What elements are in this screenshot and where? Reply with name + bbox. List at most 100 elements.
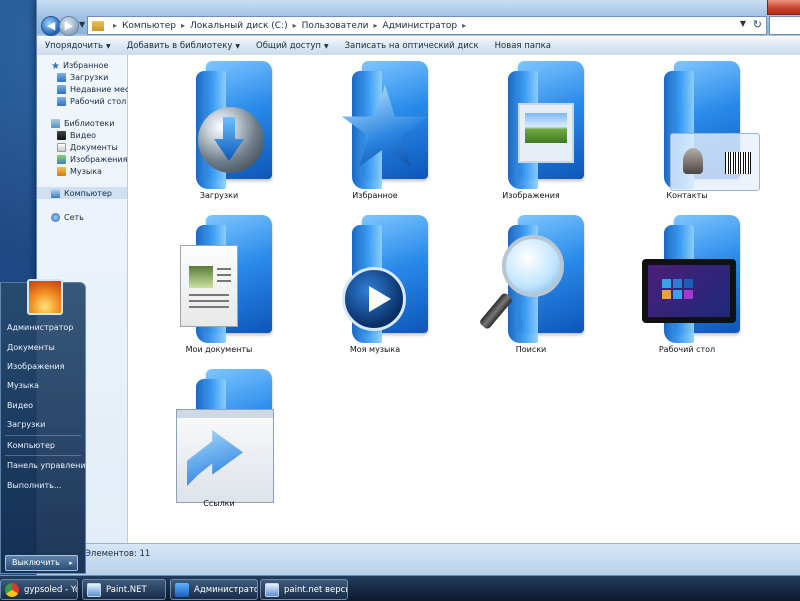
folder-links[interactable]: Ссылки <box>144 363 294 513</box>
organize-label: Упорядочить <box>45 41 104 51</box>
breadcrumb-users[interactable]: Пользователи <box>302 21 369 31</box>
nav-desktop[interactable]: Рабочий стол <box>57 95 126 107</box>
back-button[interactable]: ◀ <box>41 16 61 36</box>
folder-images[interactable]: Изображения <box>456 55 606 205</box>
taskbar-label: paint.net версия <box>284 584 347 595</box>
start-item-control-panel[interactable]: Панель управления <box>7 461 90 470</box>
close-button[interactable] <box>767 0 800 15</box>
folder-desktop[interactable]: Рабочий стол <box>612 209 762 359</box>
chevron-down-icon: ▼ <box>106 43 111 50</box>
folder-favorites[interactable]: Избранное <box>300 55 450 205</box>
start-item-video[interactable]: Видео <box>7 401 33 410</box>
status-bar: Элементов: 11 <box>37 543 800 576</box>
taskbar-label: Paint.NET <box>106 584 147 595</box>
start-item-music[interactable]: Музыка <box>7 381 39 390</box>
taskbar: gypsoled - YouTu Paint.NET Администратор… <box>0 575 800 601</box>
nav-documents[interactable]: Документы <box>57 141 118 153</box>
chevron-down-icon: ▼ <box>235 43 240 50</box>
add-to-library-button[interactable]: Добавить в библиотеку ▼ <box>119 41 248 51</box>
start-item-images[interactable]: Изображения <box>7 362 64 371</box>
search-input[interactable] <box>769 16 800 35</box>
nav-downloads[interactable]: Загрузки <box>57 71 108 83</box>
taskbar-label: Администратор <box>194 584 258 595</box>
video-icon <box>57 130 66 140</box>
start-divider <box>5 455 81 456</box>
share-button[interactable]: Общий доступ ▼ <box>248 41 337 51</box>
nav-recent[interactable]: Недавние места <box>57 83 139 95</box>
images-icon <box>57 154 66 164</box>
folder-icon <box>92 20 104 31</box>
taskbar-label: gypsoled - YouTu <box>24 584 77 595</box>
address-bar[interactable]: ▸ Компьютер ▸ Локальный диск (C:) ▸ Поль… <box>87 16 767 35</box>
start-item-computer[interactable]: Компьютер <box>7 441 55 450</box>
chevron-right-icon[interactable]: ▸ <box>181 21 185 30</box>
burn-button[interactable]: Записать на оптический диск <box>337 41 487 51</box>
forward-button[interactable]: ▶ <box>59 16 79 36</box>
documents-icon <box>57 142 66 152</box>
command-bar: Упорядочить ▼ Добавить в библиотеку ▼ Общи… <box>37 36 800 56</box>
folder-searches[interactable]: Поиски <box>456 209 606 359</box>
start-item-administrator[interactable]: Администратор <box>7 323 73 332</box>
taskbar-item-paintnet-version[interactable]: paint.net версия <box>260 579 348 600</box>
folder-contacts[interactable]: Контакты <box>612 55 762 205</box>
folder-label: Изображения <box>502 191 560 200</box>
chevron-right-icon[interactable]: ▸ <box>462 21 466 30</box>
explorer-icon <box>175 582 189 597</box>
document-icon <box>180 245 238 327</box>
explorer-window: ◀ ▶ ▼ ▸ Компьютер ▸ Локальный диск (C:) … <box>36 0 800 576</box>
folder-partial[interactable] <box>768 55 800 205</box>
nav-video-label: Видео <box>70 130 97 140</box>
start-item-run[interactable]: Выполнить... <box>7 481 61 490</box>
nav-images[interactable]: Изображения <box>57 153 127 165</box>
shutdown-options-button[interactable]: ▸ <box>65 555 78 571</box>
breadcrumb-computer[interactable]: Компьютер <box>122 21 176 31</box>
nav-computer[interactable]: Компьютер <box>37 187 127 199</box>
add-to-library-label: Добавить в библиотеку <box>126 41 233 51</box>
breadcrumb-local-disk[interactable]: Локальный диск (C:) <box>190 21 288 31</box>
nav-libraries[interactable]: Библиотеки <box>51 117 114 129</box>
network-icon <box>51 212 60 222</box>
nav-music[interactable]: Музыка <box>57 165 102 177</box>
folder-label: Загрузки <box>199 191 239 200</box>
title-bar: ◀ ▶ ▼ ▸ Компьютер ▸ Локальный диск (C:) … <box>37 0 800 36</box>
nav-downloads-label: Загрузки <box>70 72 109 82</box>
folder-downloads[interactable]: Загрузки <box>144 55 294 205</box>
history-dropdown-icon[interactable]: ▼ <box>79 20 85 29</box>
music-icon <box>57 166 66 176</box>
item-count: Элементов: 11 <box>85 549 151 559</box>
breadcrumb-administrator[interactable]: Администратор <box>382 21 457 31</box>
paint-icon <box>265 582 279 597</box>
start-item-downloads[interactable]: Загрузки <box>7 420 45 429</box>
folder-my-music[interactable]: Моя музыка <box>300 209 450 359</box>
start-item-documents[interactable]: Документы <box>7 343 55 352</box>
computer-icon <box>51 188 60 198</box>
folder-label: Моя музыка <box>349 345 401 354</box>
taskbar-item-explorer[interactable]: Администратор <box>170 579 258 600</box>
nav-documents-label: Документы <box>70 142 118 152</box>
nav-computer-label: Компьютер <box>64 188 112 198</box>
refresh-icon[interactable]: ↻ <box>753 18 762 31</box>
folder-label: Избранное <box>352 191 398 200</box>
taskbar-item-chrome[interactable]: gypsoled - YouTu <box>0 579 78 600</box>
star-icon: ★ <box>51 60 60 72</box>
nav-network[interactable]: Сеть <box>51 211 84 223</box>
nav-libraries-label: Библиотеки <box>64 118 115 128</box>
folder-my-documents[interactable]: Мои документы <box>144 209 294 359</box>
folder-partial[interactable] <box>768 209 800 359</box>
forward-arrow-icon: ▶ <box>64 19 74 32</box>
chevron-right-icon: ▸ <box>69 559 73 567</box>
chevron-right-icon[interactable]: ▸ <box>113 21 117 30</box>
user-picture-icon[interactable] <box>27 279 63 315</box>
new-folder-button[interactable]: Новая папка <box>487 41 559 51</box>
taskbar-item-paintnet[interactable]: Paint.NET <box>82 579 166 600</box>
folder-label: Мои документы <box>185 345 253 354</box>
nav-favorites-label: Избранное <box>62 60 109 70</box>
shutdown-button[interactable]: Выключить <box>5 555 67 571</box>
chevron-right-icon[interactable]: ▸ <box>373 21 377 30</box>
chevron-right-icon[interactable]: ▸ <box>293 21 297 30</box>
organize-button[interactable]: Упорядочить ▼ <box>37 41 119 51</box>
nav-favorites[interactable]: ★ Избранное <box>51 59 109 72</box>
shortcut-arrow-icon <box>176 409 274 503</box>
nav-video[interactable]: Видео <box>57 129 96 141</box>
address-dropdown-icon[interactable]: ▼ <box>740 19 746 28</box>
